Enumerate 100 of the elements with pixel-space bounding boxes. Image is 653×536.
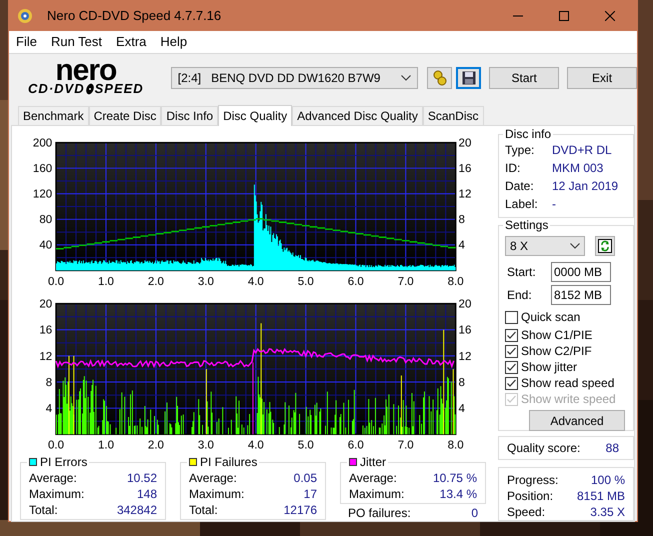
- menu-item[interactable]: Run Test: [44, 32, 110, 52]
- axis-tick-label: 3.0: [198, 276, 214, 288]
- stat-value: 342842: [116, 502, 157, 518]
- app-icon: [17, 8, 33, 24]
- field-value: 12 Jan 2019: [552, 178, 618, 195]
- axis-tick-label: 160: [32, 163, 52, 176]
- field-value: MKM 003: [552, 160, 604, 177]
- axis-tick-label: 8.0: [448, 276, 464, 288]
- field-value: 8151 MB: [576, 488, 625, 504]
- axis-tick-label: 0.0: [48, 439, 64, 452]
- stat-label: Total:: [29, 502, 58, 518]
- checkbox[interactable]: [505, 310, 518, 324]
- end-field[interactable]: 8152 MB: [551, 285, 611, 306]
- close-icon[interactable]: [605, 11, 615, 21]
- axis-tick-label: 6.0: [348, 439, 364, 452]
- stat-label: Maximum:: [349, 486, 404, 502]
- tab[interactable]: Disc Info: [161, 106, 218, 125]
- speed-dropdown[interactable]: 8 X: [505, 236, 585, 256]
- drive-dropdown[interactable]: [2:4] BENQ DVD DD DW1620 B7W9: [170, 66, 418, 88]
- stat-value: 10.52: [126, 470, 157, 486]
- disc-icon: [84, 82, 95, 94]
- checkbox[interactable]: [505, 344, 518, 358]
- checkbox-option[interactable]: Quick scan: [505, 309, 627, 326]
- toolbar-button[interactable]: Exit: [567, 66, 637, 88]
- disc-stack-icon: [432, 70, 448, 86]
- refresh-button[interactable]: [595, 236, 615, 256]
- field-label: Position:: [507, 488, 554, 504]
- field-label: End:: [506, 287, 533, 304]
- refresh-icon: [598, 239, 612, 254]
- tab[interactable]: Benchmark: [18, 106, 89, 125]
- field-value: DVD+R DL: [552, 142, 612, 159]
- stat-value: 0: [471, 505, 478, 521]
- stat-label: Total:: [189, 502, 218, 518]
- field-value: 3.35 X: [590, 504, 625, 520]
- tab[interactable]: ScanDisc: [422, 106, 484, 125]
- group-title: PI Failures: [200, 455, 258, 469]
- start-field[interactable]: 0000 MB: [551, 262, 611, 282]
- maximize-icon[interactable]: [559, 11, 569, 21]
- axis-tick-label: 4: [458, 240, 465, 252]
- axis-tick-label: 7.0: [398, 276, 414, 288]
- axis-tick-label: 8: [46, 376, 52, 388]
- axis-tick-label: 16: [458, 324, 472, 336]
- stat-label: Maximum:: [29, 486, 84, 502]
- axis-tick-label: 8.0: [448, 439, 464, 452]
- field-value: 100 %: [590, 472, 625, 488]
- axis-tick-label: 12: [39, 350, 52, 362]
- axis-tick-label: 2.0: [148, 276, 164, 288]
- menu-item[interactable]: Extra: [109, 32, 154, 52]
- axis-tick-label: 20: [458, 298, 472, 310]
- axis-tick-label: 16: [458, 163, 472, 176]
- tab[interactable]: Advanced Disc Quality: [292, 106, 423, 125]
- checkbox[interactable]: [505, 376, 518, 390]
- axis-tick-label: 6.0: [348, 276, 364, 288]
- axis-tick-label: 8: [458, 376, 465, 388]
- group-title: Disc info: [503, 127, 554, 141]
- save-button[interactable]: [456, 66, 482, 88]
- stat-label: PO failures:: [348, 505, 411, 521]
- drive-info-button[interactable]: [427, 66, 452, 88]
- menu-item[interactable]: File: [9, 32, 44, 52]
- field-label: Label:: [505, 196, 539, 213]
- axis-tick-label: 7.0: [398, 439, 414, 452]
- stat-value: 17: [304, 486, 317, 502]
- axis-tick-label: 2.0: [148, 439, 164, 452]
- field-label: Progress:: [507, 472, 558, 488]
- stat-value: 148: [136, 486, 157, 502]
- stat-value: 12176: [284, 502, 317, 518]
- checkbox[interactable]: [505, 360, 518, 374]
- menu-item[interactable]: Help: [153, 32, 194, 52]
- chevron-down-icon: [401, 74, 412, 80]
- field-value: -: [552, 196, 556, 213]
- toolbar-button[interactable]: Start: [489, 66, 560, 88]
- axis-tick-label: 12: [458, 188, 472, 201]
- stat-value: 0.05: [294, 470, 317, 486]
- speed-value: 8 X: [510, 238, 528, 256]
- stat-label: Average:: [189, 470, 237, 486]
- axis-tick-label: 4.0: [248, 439, 264, 452]
- axis-tick-label: 3.0: [198, 439, 214, 452]
- axis-tick-label: 20: [458, 138, 472, 150]
- checkbox[interactable]: [505, 328, 518, 342]
- checkbox-option[interactable]: Show read speed: [505, 375, 627, 392]
- logo-text: SPEED: [94, 82, 144, 95]
- tab[interactable]: Create Disc: [88, 106, 162, 125]
- field-label: Quality score:: [507, 440, 580, 458]
- group-title: Jitter: [360, 455, 386, 469]
- advanced-button[interactable]: Advanced: [529, 410, 625, 432]
- checkbox-option[interactable]: Show jitter: [505, 359, 627, 376]
- drive-name: BENQ DVD DD DW1620 B7W9: [211, 70, 380, 86]
- field-label: ID:: [505, 160, 522, 177]
- checkbox-option[interactable]: Show C1/PIE: [505, 327, 627, 344]
- axis-tick-label: 1.0: [98, 439, 114, 452]
- field-label: Speed:: [507, 504, 546, 520]
- tab[interactable]: Disc Quality: [218, 105, 292, 126]
- axis-tick-label: 40: [39, 240, 52, 252]
- field-label: Type:: [505, 142, 536, 159]
- drive-slot: [2:4]: [178, 68, 202, 86]
- window-title: Nero CD-DVD Speed 4.7.7.16: [47, 7, 222, 26]
- logo-text: CD·DVD: [28, 82, 85, 95]
- checkbox-option[interactable]: Show C2/PIF: [505, 343, 627, 360]
- stat-label: Average:: [349, 470, 397, 486]
- axis-tick-label: 4.0: [248, 276, 264, 288]
